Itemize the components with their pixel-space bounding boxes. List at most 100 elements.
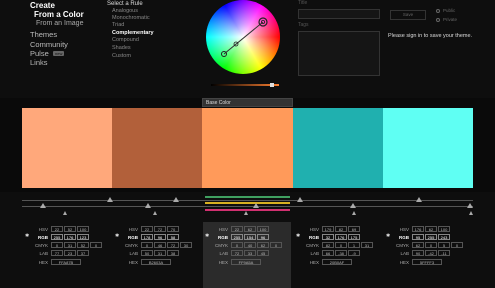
hsv-value-field[interactable]: 52 (64, 226, 76, 232)
cmyk-value-field[interactable]: 0 (231, 242, 243, 248)
slider-rail-1[interactable] (22, 200, 473, 201)
slider-rail-2[interactable] (22, 206, 473, 207)
lab-value-field[interactable]: 66 (322, 250, 334, 256)
cmyk-value-field[interactable]: 31 (64, 242, 76, 248)
cmyk-value-field[interactable]: 52 (77, 242, 89, 248)
rgb-value-field[interactable]: 243 (438, 234, 450, 240)
rule-triad[interactable]: Triad (112, 22, 124, 29)
rgb-value-field[interactable]: 32 (322, 234, 334, 240)
rule-complementary[interactable]: Complementary (112, 30, 154, 37)
hsv-value-field[interactable]: 100 (438, 226, 450, 232)
rgb-value-field[interactable]: 255 (51, 234, 63, 240)
nav-create[interactable]: Create (30, 1, 55, 10)
rgb-value-field[interactable]: 95 (412, 234, 424, 240)
rule-analogous[interactable]: Analogous (112, 8, 138, 15)
hsv-value-field[interactable]: 62 (244, 226, 256, 232)
hsv-value-field[interactable]: 100 (257, 226, 269, 232)
nav-from-color[interactable]: From a Color (34, 10, 84, 19)
slider-marker[interactable] (469, 211, 473, 215)
cmyk-value-field[interactable]: 0 (270, 242, 282, 248)
lab-value-field[interactable]: 45 (257, 250, 269, 256)
cmyk-value-field[interactable]: 62 (412, 242, 424, 248)
rgb-value-field[interactable]: 176 (335, 234, 347, 240)
slider-marker[interactable] (63, 211, 67, 215)
cmyk-value-field[interactable]: 0 (90, 242, 102, 248)
hex-value-field[interactable]: 5FFFF3 (412, 259, 442, 265)
rgb-value-field[interactable]: 123 (77, 234, 89, 240)
lab-value-field[interactable]: 33 (244, 250, 256, 256)
rule-monochromatic[interactable]: Monochromatic (112, 15, 150, 22)
hsv-value-field[interactable]: 22 (51, 226, 63, 232)
hsv-value-field[interactable]: 179 (322, 226, 334, 232)
nav-themes[interactable]: Themes (30, 30, 57, 39)
wheel-handles[interactable] (206, 0, 280, 74)
rule-custom[interactable]: Custom (112, 53, 131, 60)
title-input[interactable] (298, 9, 380, 19)
rgb-value-field[interactable]: 255 (231, 234, 243, 240)
hex-value-field[interactable]: FF9A5A (231, 259, 261, 265)
slider-marker[interactable] (173, 197, 179, 202)
base-slider-yellow[interactable] (205, 202, 290, 204)
rgb-value-field[interactable]: 176 (64, 234, 76, 240)
slider-marker[interactable] (350, 203, 356, 208)
lab-value-field[interactable]: -11 (438, 250, 450, 256)
cmyk-value-field[interactable]: 40 (244, 242, 256, 248)
slider-marker[interactable] (107, 197, 113, 202)
hsv-value-field[interactable]: 69 (348, 226, 360, 232)
brightness-knob[interactable] (270, 83, 274, 87)
nav-community[interactable]: Community (30, 40, 68, 49)
lab-value-field[interactable]: 38 (167, 250, 179, 256)
hsv-value-field[interactable]: 62 (425, 226, 437, 232)
cmyk-value-field[interactable]: 62 (257, 242, 269, 248)
cmyk-value-field[interactable]: 72 (167, 242, 179, 248)
swatch-5[interactable] (383, 108, 473, 188)
cmyk-value-field[interactable]: 1 (348, 242, 360, 248)
lab-value-field[interactable]: -42 (425, 250, 437, 256)
brightness-slider[interactable] (211, 84, 279, 86)
lab-value-field[interactable]: 31 (154, 250, 166, 256)
cmyk-value-field[interactable]: 0 (51, 242, 63, 248)
tags-input[interactable] (298, 31, 380, 76)
hsv-value-field[interactable]: 70 (167, 226, 179, 232)
rgb-value-field[interactable]: 154 (244, 234, 256, 240)
rgb-value-field[interactable]: 255 (425, 234, 437, 240)
slider-marker[interactable] (244, 211, 248, 215)
lab-value-field[interactable]: -9 (348, 250, 360, 256)
slider-marker[interactable] (145, 203, 151, 208)
swatch-2[interactable] (112, 108, 202, 188)
nav-links[interactable]: Links (30, 58, 48, 67)
nav-pulse[interactable]: Pulse (30, 49, 49, 58)
lab-value-field[interactable]: 23 (64, 250, 76, 256)
hsv-value-field[interactable]: 176 (412, 226, 424, 232)
slider-marker[interactable] (416, 197, 422, 202)
slider-marker[interactable] (352, 211, 356, 215)
cmyk-value-field[interactable]: 31 (361, 242, 373, 248)
rule-shades[interactable]: Shades (112, 45, 131, 52)
lab-value-field[interactable]: 90 (412, 250, 424, 256)
rule-compound[interactable]: Compound (112, 37, 139, 44)
slider-marker[interactable] (467, 203, 473, 208)
base-slider-green[interactable] (205, 196, 290, 198)
public-radio[interactable]: Public (436, 8, 455, 13)
hsv-value-field[interactable]: 22 (231, 226, 243, 232)
rgb-value-field[interactable]: 58 (167, 234, 179, 240)
swatch-1[interactable] (22, 108, 112, 188)
slider-marker[interactable] (153, 211, 157, 215)
rgb-value-field[interactable]: 96 (257, 234, 269, 240)
lab-value-field[interactable]: 50 (141, 250, 153, 256)
swatch-3-base[interactable] (202, 108, 293, 188)
nav-from-image[interactable]: From an Image (36, 20, 83, 27)
swatch-4[interactable] (293, 108, 383, 188)
hsv-value-field[interactable]: 100 (77, 226, 89, 232)
lab-value-field[interactable]: 72 (231, 250, 243, 256)
slider-marker[interactable] (253, 203, 259, 208)
cmyk-value-field[interactable]: 0 (141, 242, 153, 248)
save-button[interactable]: Save (390, 10, 426, 20)
rgb-value-field[interactable]: 175 (348, 234, 360, 240)
cmyk-value-field[interactable]: 30 (180, 242, 192, 248)
lab-value-field[interactable]: -38 (335, 250, 347, 256)
lab-value-field[interactable]: 77 (51, 250, 63, 256)
cmyk-value-field[interactable]: 82 (322, 242, 334, 248)
private-radio[interactable]: Private (436, 17, 457, 22)
cmyk-value-field[interactable]: 0 (451, 242, 463, 248)
